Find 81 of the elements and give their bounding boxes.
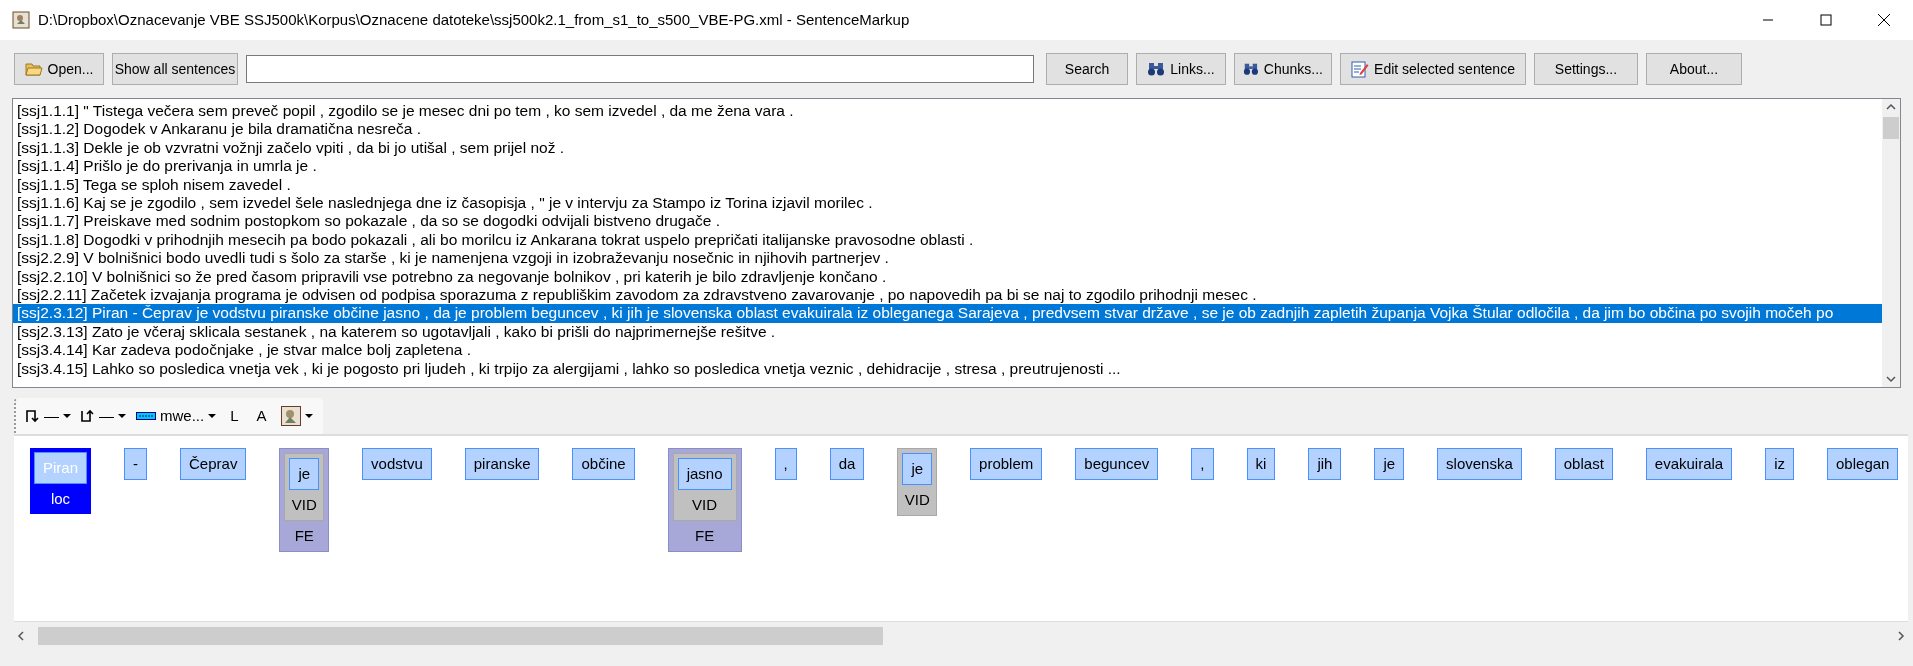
search-field[interactable] <box>246 55 1034 83</box>
token[interactable]: da <box>829 448 865 480</box>
token[interactable]: jasno <box>677 458 732 490</box>
sentence-item[interactable]: [ssj1.1.4] Prišlo je do prerivanja in umrla je . <box>13 157 1882 176</box>
token[interactable]: jih <box>1308 448 1342 480</box>
annotation-label: VID <box>291 495 317 515</box>
token[interactable]: slovenska <box>1437 448 1522 480</box>
caret-icon <box>118 413 126 419</box>
scrollbar-thumb[interactable] <box>1883 117 1899 139</box>
annotation-label: FE <box>294 526 314 546</box>
vid-annotation[interactable]: je VID <box>284 453 325 521</box>
sentence-item[interactable]: [ssj1.1.3] Dekle je ob vzvratni vožnji začelo vpiti , da bi jo utišal , sem prijel nož . <box>13 138 1882 158</box>
toolbar-button[interactable]: Edit selected sentence <box>1340 53 1526 85</box>
close-icon <box>1877 13 1891 27</box>
token[interactable]: problem <box>970 448 1043 480</box>
token[interactable]: je <box>902 453 933 485</box>
window-title: D:\Dropbox\Oznacevanje VBE SSJ500k\Korpus\Oznacene datoteke\ssj500k2.1_from_s1_to_s500_VBE-PG.xml - SentenceMarkup <box>38 9 910 30</box>
horizontal-scrollbar[interactable] <box>38 627 883 645</box>
sentence-item[interactable]: [ssj1.1.5] Tega se sploh nisem zavedel . <box>13 175 1882 195</box>
folder-icon <box>24 62 43 76</box>
caret-icon <box>63 413 71 419</box>
toolbar-button[interactable]: Show all sentences <box>112 53 238 85</box>
token[interactable]: piranske <box>464 448 540 480</box>
toolbar-button[interactable]: Links... <box>1136 53 1226 85</box>
annotation-label: loc <box>50 489 71 509</box>
annotation-label: VID <box>904 490 930 510</box>
sentence-item[interactable]: [ssj1.1.2] Dogodek v Ankaranu je bila dramatična nesreča . <box>13 120 1882 139</box>
sentence-item[interactable]: [ssj2.2.10] V bolnišnici so že pred časom pripravili vse potrebno za negovanje bolnikov , pri katerih je bilo zdravljenje končano . <box>13 267 1882 287</box>
token[interactable]: Čeprav <box>180 448 247 480</box>
vid-annotation[interactable]: jasno VID <box>672 453 737 521</box>
sentence-item[interactable]: [ssj2.3.12] Piran - Čeprav je vodstvu piranske občine jasno , da je problem beguncev , ki jih je slovenska oblast evakuirala iz obleganega Sarajeva , predvsem stvar države , se je ob zadnjih zapletih županja Vojka Štular odločila , da jim bo občina po svojih močeh po <box>13 304 1882 323</box>
line-style-dropdown[interactable]: — <box>81 402 126 430</box>
line-style-dropdown[interactable]: — <box>26 402 71 430</box>
toolbar-button[interactable]: L <box>226 402 243 430</box>
toolbar-button[interactable]: About... <box>1646 53 1742 85</box>
token[interactable]: občine <box>572 448 635 480</box>
toolbar-button[interactable]: Chunks... <box>1234 53 1332 85</box>
token[interactable]: , <box>774 448 797 480</box>
token[interactable]: je <box>289 458 320 490</box>
sentence-item[interactable]: [ssj2.2.11] Začetek izvajanja programa je odvisen od podpisa sporazuma z republiškim zavodom za zdravstveno zavarovanje , po napovedih pa bi se naj to zgodilo prihodnji mesec . <box>13 286 1882 305</box>
fe-annotation[interactable]: je VID FE <box>279 448 330 552</box>
caret-icon <box>304 413 313 419</box>
arrow-down-icon <box>26 409 40 423</box>
sentence-item[interactable]: [ssj2.3.13] Zato je včeraj sklicala sestanek , na katerem so ugotavljali , kako bi prišli do najprimernejše rešitve . <box>13 322 1882 342</box>
entity-annotation[interactable]: Piran loc <box>30 448 92 514</box>
toolbar-button[interactable]: Open... <box>14 53 104 85</box>
annotation-label: VID <box>692 495 718 515</box>
image-icon <box>280 406 301 426</box>
sentence-item[interactable]: [ssj2.2.9] V bolnišnici bodo uvedli tudi s šolo za starše , ki je namenjena vzgoji in izobraževanju nosečnic in njihovih partnerjev . <box>13 249 1882 268</box>
token[interactable]: iz <box>1765 448 1795 480</box>
binoculars-icon <box>1147 62 1166 76</box>
maximize-icon <box>1820 14 1832 26</box>
token[interactable]: je <box>1374 448 1405 480</box>
token[interactable]: oblegan <box>1827 448 1899 480</box>
sentence-item[interactable]: [ssj1.1.6] Kaj se je zgodilo , sem izvedel šele naslednjega dne iz časopisja , " je v intervju za Stampo iz Torina izjavil morilec . <box>13 194 1882 213</box>
token[interactable]: oblast <box>1554 448 1613 480</box>
sentence-item[interactable]: [ssj3.4.14] Kar zadeva podočnjake , je stvar malce bolj zapletena . <box>13 341 1882 360</box>
sentence-item[interactable]: [ssj3.4.15] Lahko so posledica vnetja vek , ki je pogosto pri ljudeh , ki trpijo za alergijami , lahko so posledica vnetja veznic , dehidracije , stresa , preutrujenosti ... <box>13 359 1882 379</box>
caret-icon <box>208 413 217 419</box>
arrow-up-icon <box>81 409 95 423</box>
token[interactable]: beguncev <box>1075 448 1159 480</box>
fe-annotation[interactable]: jasno VID FE <box>667 448 742 552</box>
app-icon <box>12 11 30 29</box>
sentence-item[interactable]: [ssj1.1.8] Dogodki v prihodnjih mesecih pa bodo pokazali , ali bo morilcu iz Ankarana tokrat uspelo prepričati italijanske pravosodne oblasti . <box>13 230 1882 250</box>
mwe-icon <box>136 412 156 420</box>
sentence-item[interactable]: [ssj1.1.1] " Tistega večera sem preveč popil , zgodilo se je mesec dni po tem , ko sem izvedel , da me žena vara . <box>13 102 1882 121</box>
binoculars-icon <box>1243 62 1259 76</box>
token[interactable]: - <box>124 448 148 480</box>
edit-icon <box>1351 60 1370 78</box>
vertical-scrollbar[interactable] <box>1882 99 1900 387</box>
toolbar-button[interactable]: Settings... <box>1534 53 1638 85</box>
sentence-item[interactable]: [ssj1.1.7] Preiskave med sodnim postopkom so pokazale , da so se dogodki odvijali bistveno drugače . <box>13 212 1882 231</box>
annotation-label: FE <box>695 526 715 546</box>
token[interactable]: , <box>1191 448 1214 480</box>
vid-annotation[interactable]: je VID <box>897 448 938 516</box>
toolbar-button[interactable]: A <box>252 402 271 430</box>
token[interactable]: evakuirala <box>1645 448 1733 480</box>
toolbar-button[interactable]: Search <box>1046 53 1128 85</box>
token[interactable]: vodstvu <box>362 448 432 480</box>
token[interactable]: ki <box>1246 448 1276 480</box>
mwe-dropdown[interactable]: mwe... <box>136 402 217 430</box>
